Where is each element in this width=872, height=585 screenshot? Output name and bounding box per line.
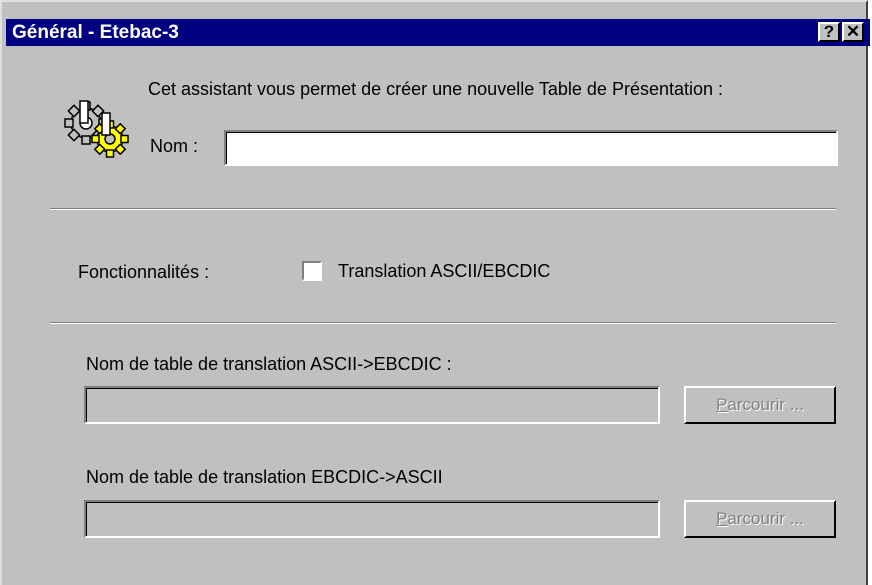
- browse-label-mnemonic: P: [716, 395, 728, 414]
- name-label: Nom :: [150, 136, 199, 156]
- translation-checkbox-label[interactable]: Translation ASCII/EBCDIC: [338, 261, 550, 282]
- ebcdic-ascii-label: Nom de table de translation EBCDIC->ASCI…: [86, 467, 443, 487]
- features-label: Fonctionnalités :: [78, 262, 210, 282]
- gears-icon: [64, 100, 129, 158]
- dialog-window: Général - Etebac-3 ? ✕ Cet assistant vou…: [0, 0, 870, 585]
- browse-ascii-ebcdic-button[interactable]: Parcourir ...: [684, 386, 836, 424]
- ascii-ebcdic-label: Nom de table de translation ASCII->EBCDI…: [86, 354, 452, 374]
- name-input[interactable]: [224, 130, 838, 166]
- translation-checkbox[interactable]: [302, 261, 322, 281]
- window-title: Général - Etebac-3: [12, 22, 179, 43]
- separator-top: [50, 208, 836, 210]
- close-button[interactable]: ✕: [842, 22, 864, 42]
- browse-label-mnemonic: P: [716, 509, 728, 528]
- browse-label-text: arcourir ...: [727, 395, 804, 414]
- ebcdic-ascii-input[interactable]: [84, 500, 660, 538]
- ascii-ebcdic-input[interactable]: [84, 386, 660, 424]
- intro-text: Cet assistant vous permet de créer une n…: [148, 79, 724, 99]
- help-button[interactable]: ?: [818, 22, 840, 42]
- browse-ebcdic-ascii-button[interactable]: Parcourir ...: [684, 500, 836, 538]
- title-bar: Général - Etebac-3 ? ✕: [6, 19, 870, 46]
- browse-label-text: arcourir ...: [727, 509, 804, 528]
- separator-bottom: [50, 322, 836, 324]
